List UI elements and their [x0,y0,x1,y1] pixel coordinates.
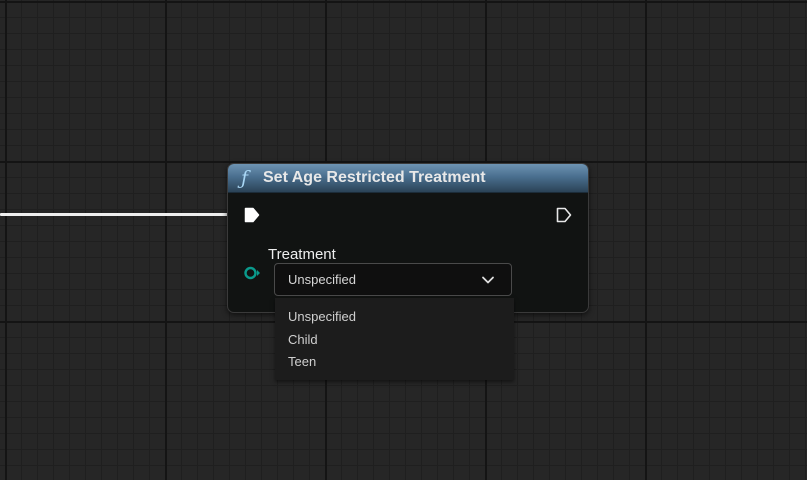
exec-output-pin-icon[interactable] [556,207,572,223]
combo-dropdown-list: Unspecified Child Teen [275,298,514,380]
enum-input-pin-icon[interactable] [243,265,261,281]
exec-wire[interactable] [0,213,244,216]
dropdown-option-child[interactable]: Child [288,332,318,347]
treatment-combo-box[interactable]: Unspecified [274,263,512,296]
combo-selected-value: Unspecified [288,272,356,287]
chevron-down-icon [482,276,494,284]
node-header[interactable]: ƒ Set Age Restricted Treatment [228,164,588,193]
param-label: Treatment [268,246,336,263]
node-title: Set Age Restricted Treatment [263,169,486,186]
graph-canvas[interactable]: ƒ Set Age Restricted Treatment Treatment… [0,0,807,480]
dropdown-option-teen[interactable]: Teen [288,354,316,369]
function-icon: ƒ [241,167,249,189]
dropdown-option-unspecified[interactable]: Unspecified [288,309,356,324]
exec-input-pin-icon[interactable] [244,207,260,223]
